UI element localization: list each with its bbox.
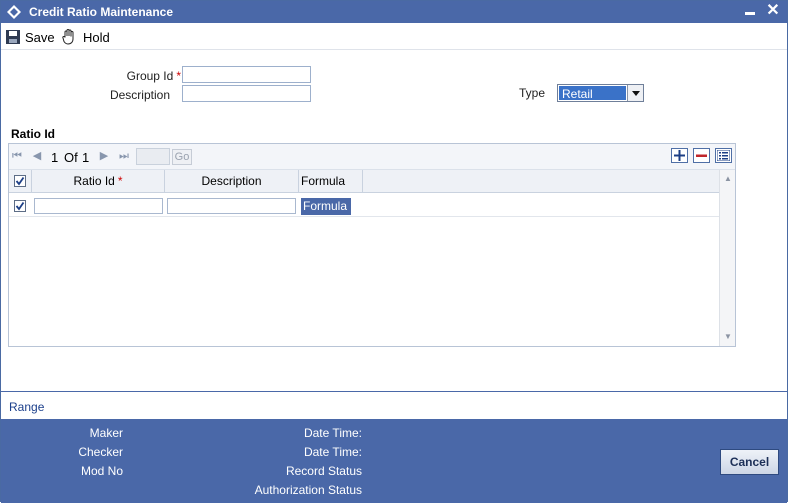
last-page-icon[interactable]: ⏭ <box>118 150 130 162</box>
scroll-up-icon[interactable]: ▲ <box>723 174 733 184</box>
cancel-button[interactable]: Cancel <box>720 449 779 475</box>
row-checkbox[interactable] <box>14 200 26 212</box>
range-link[interactable]: Range <box>9 400 44 414</box>
checker-date-time-label: Date Time: <box>303 445 362 459</box>
hold-label: Hold <box>83 29 110 45</box>
credit-ratio-maintenance-window: Credit Ratio Maintenance ✕ Save Hold Gro… <box>0 0 788 503</box>
ratio-grid: ⏮ ◀ 1 Of 1 ▶ ⏭ Go Ratio Id * Description… <box>8 143 736 347</box>
formula-button[interactable]: Formula <box>301 198 351 215</box>
save-label: Save <box>25 29 55 45</box>
audit-footer: Maker Checker Mod No Date Time: Date Tim… <box>1 419 787 503</box>
minimize-icon[interactable] <box>745 12 755 15</box>
save-icon <box>6 30 20 44</box>
save-button[interactable]: Save <box>5 28 55 46</box>
page-of-label: Of <box>64 150 78 165</box>
previous-page-icon[interactable]: ◀ <box>31 150 43 162</box>
column-header-description[interactable]: Description <box>165 170 299 193</box>
grid-header: Ratio Id * Description Formula <box>9 170 719 193</box>
table-row: Formula <box>9 194 719 217</box>
range-bar: Range <box>1 391 787 419</box>
group-id-label: Group Id * <box>101 69 181 83</box>
hand-icon <box>62 29 74 45</box>
group-id-field[interactable] <box>182 66 311 83</box>
maker-date-time-label: Date Time: <box>303 426 362 440</box>
total-pages: 1 <box>82 150 90 165</box>
chevron-down-icon[interactable] <box>627 85 643 101</box>
checker-label: Checker <box>78 445 123 459</box>
add-row-icon[interactable] <box>671 148 688 163</box>
authorization-status-label: Authorization Status <box>254 483 362 497</box>
first-page-icon[interactable]: ⏮ <box>11 150 23 162</box>
title-bar: Credit Ratio Maintenance ✕ <box>1 1 787 23</box>
column-header-ratio-id-label: Ratio Id <box>73 174 115 188</box>
select-all-checkbox[interactable] <box>14 175 26 187</box>
next-page-icon[interactable]: ▶ <box>98 150 110 162</box>
current-page: 1 <box>51 150 59 165</box>
grid-vertical-scrollbar[interactable]: ▲ ▼ <box>719 170 735 346</box>
diamond-app-icon <box>7 5 21 19</box>
ratio-id-input[interactable] <box>34 198 163 214</box>
page-number-input[interactable] <box>136 148 170 165</box>
column-header-ratio-id[interactable]: Ratio Id * <box>32 170 165 193</box>
row-description-input[interactable] <box>167 198 296 214</box>
scroll-down-icon[interactable]: ▼ <box>723 332 733 342</box>
required-marker: * <box>176 69 181 83</box>
type-select[interactable]: Retail <box>557 84 644 102</box>
record-status-label: Record Status <box>285 464 362 478</box>
go-button[interactable]: Go <box>172 149 192 165</box>
toolbar: Save Hold <box>1 23 787 50</box>
column-header-formula[interactable]: Formula <box>299 170 363 193</box>
delete-row-icon[interactable] <box>693 148 710 163</box>
close-icon[interactable]: ✕ <box>766 3 780 19</box>
maker-label: Maker <box>89 426 123 440</box>
description-field[interactable] <box>182 85 311 102</box>
mod-no-label: Mod No <box>80 464 123 478</box>
grid-pager: ⏮ ◀ 1 Of 1 ▶ ⏭ Go <box>9 144 735 170</box>
required-marker: * <box>117 174 123 188</box>
hold-button[interactable]: Hold <box>61 28 110 46</box>
group-id-label-text: Group Id <box>126 69 174 83</box>
type-selected-value: Retail <box>559 86 626 101</box>
ratio-section-title: Ratio Id <box>11 127 55 141</box>
select-all-cell <box>9 170 32 193</box>
description-label: Description <box>109 88 170 102</box>
list-view-icon[interactable] <box>715 148 732 163</box>
window-title: Credit Ratio Maintenance <box>29 5 174 19</box>
type-label: Type <box>518 86 545 100</box>
